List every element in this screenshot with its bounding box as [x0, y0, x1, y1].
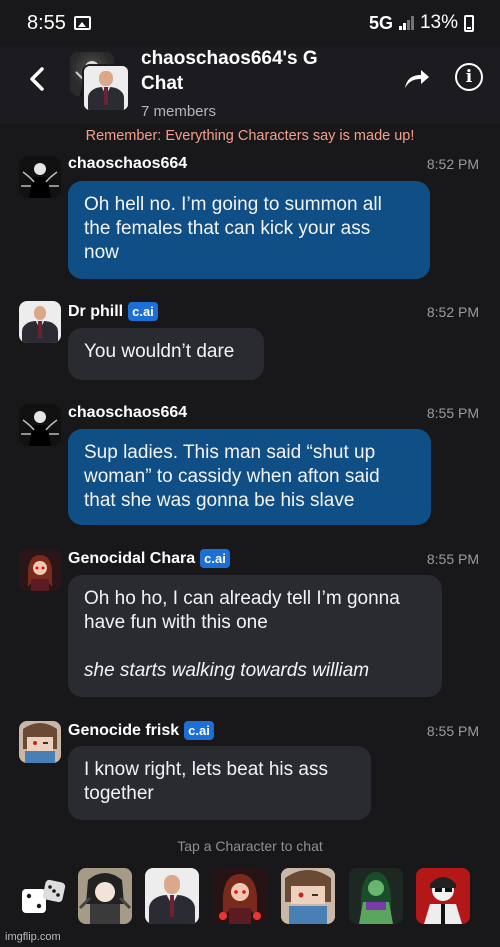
- character-ai-badge: c.ai: [200, 549, 230, 568]
- message-bubble[interactable]: You wouldn’t dare: [68, 328, 264, 380]
- network-type: 5G: [368, 12, 393, 33]
- tap-character-hint: Tap a Character to chat: [177, 838, 323, 854]
- group-avatar[interactable]: [82, 64, 130, 112]
- message-time: 8:55 PM: [426, 723, 479, 739]
- message-line: Sup ladies. This man said “shut up: [84, 442, 376, 463]
- battery-icon: [464, 14, 474, 32]
- status-bar: 8:55 5G 13%: [0, 0, 500, 46]
- message-line: have fun with this one: [84, 612, 268, 633]
- message-time: 8:55 PM: [426, 405, 479, 421]
- character-thumbnail[interactable]: [349, 868, 403, 924]
- sender-name: chaoschaos664: [68, 404, 188, 421]
- message-line: together: [84, 783, 154, 804]
- disclaimer-banner: Remember: Everything Characters say is m…: [85, 128, 415, 144]
- message-time: 8:52 PM: [426, 156, 479, 172]
- message-bubble[interactable]: Oh hell no. I’m going to summon all the …: [68, 181, 430, 279]
- battery-percent: 13%: [419, 12, 458, 33]
- share-arrow-icon: [405, 70, 429, 88]
- character-ai-badge: c.ai: [184, 721, 214, 740]
- message-sender: Genocidal Chara c.ai: [68, 549, 230, 568]
- message-sender: Dr phill c.ai: [68, 302, 158, 321]
- character-picker: [0, 868, 500, 926]
- message-bubble[interactable]: I know right, lets beat his ass together: [68, 746, 371, 820]
- message-line: now: [84, 242, 119, 263]
- avatar[interactable]: [19, 549, 61, 591]
- message-sender: chaoschaos664: [68, 155, 187, 173]
- message-line: the females that can kick your ass: [84, 218, 371, 239]
- status-time: 8:55: [27, 11, 66, 34]
- character-ai-badge: c.ai: [128, 302, 158, 321]
- message-time: 8:55 PM: [426, 551, 479, 567]
- message-line: Oh hell no. I’m going to summon all: [84, 194, 382, 215]
- message-bubble[interactable]: Sup ladies. This man said “shut up woman…: [68, 429, 431, 525]
- character-thumbnail[interactable]: [145, 868, 199, 924]
- member-count: 7 members: [141, 103, 217, 120]
- signal-icon: [398, 16, 414, 30]
- sender-name: Genocide frisk: [68, 721, 180, 739]
- gallery-notification-icon: [73, 16, 91, 30]
- info-icon: i: [465, 67, 473, 87]
- message-sender: Genocide frisk c.ai: [68, 721, 214, 740]
- sender-name: Genocidal Chara: [68, 549, 196, 567]
- back-button[interactable]: [22, 64, 52, 94]
- sender-name: chaoschaos664: [68, 155, 188, 172]
- sender-name: Dr phill: [68, 302, 124, 320]
- info-button[interactable]: i: [455, 63, 483, 91]
- message-time: 8:52 PM: [426, 304, 479, 320]
- avatar[interactable]: [19, 301, 61, 343]
- message-line: [84, 635, 426, 659]
- watermark: imgflip.com: [5, 931, 61, 943]
- message-line: I know right, lets beat his ass: [84, 759, 328, 780]
- message-sender: chaoschaos664: [68, 404, 187, 422]
- character-thumbnail[interactable]: [281, 868, 335, 924]
- chat-header: chaoschaos664's G Chat 7 members i: [0, 46, 500, 124]
- message-action-line: she starts walking towards william: [84, 660, 370, 681]
- avatar[interactable]: [19, 404, 61, 446]
- message-line: that she was gonna be his slave: [84, 490, 355, 511]
- message-line: You wouldn’t dare: [84, 341, 235, 362]
- character-thumbnail[interactable]: [213, 868, 267, 924]
- group-title[interactable]: chaoschaos664's G: [141, 44, 317, 74]
- random-character-button[interactable]: [20, 879, 68, 919]
- group-title-continued[interactable]: Chat: [141, 73, 183, 95]
- share-button[interactable]: [401, 64, 431, 94]
- character-thumbnail[interactable]: [78, 868, 132, 924]
- message-line: Oh ho ho, I can already tell I’m gonna: [84, 588, 400, 609]
- chevron-left-icon: [30, 67, 44, 91]
- dice-icon: [22, 879, 66, 913]
- message-line: woman” to cassidy when afton said: [84, 466, 380, 487]
- message-bubble[interactable]: Oh ho ho, I can already tell I’m gonna h…: [68, 575, 442, 697]
- avatar[interactable]: [19, 721, 61, 763]
- avatar[interactable]: [19, 156, 61, 198]
- character-thumbnail[interactable]: [416, 868, 470, 924]
